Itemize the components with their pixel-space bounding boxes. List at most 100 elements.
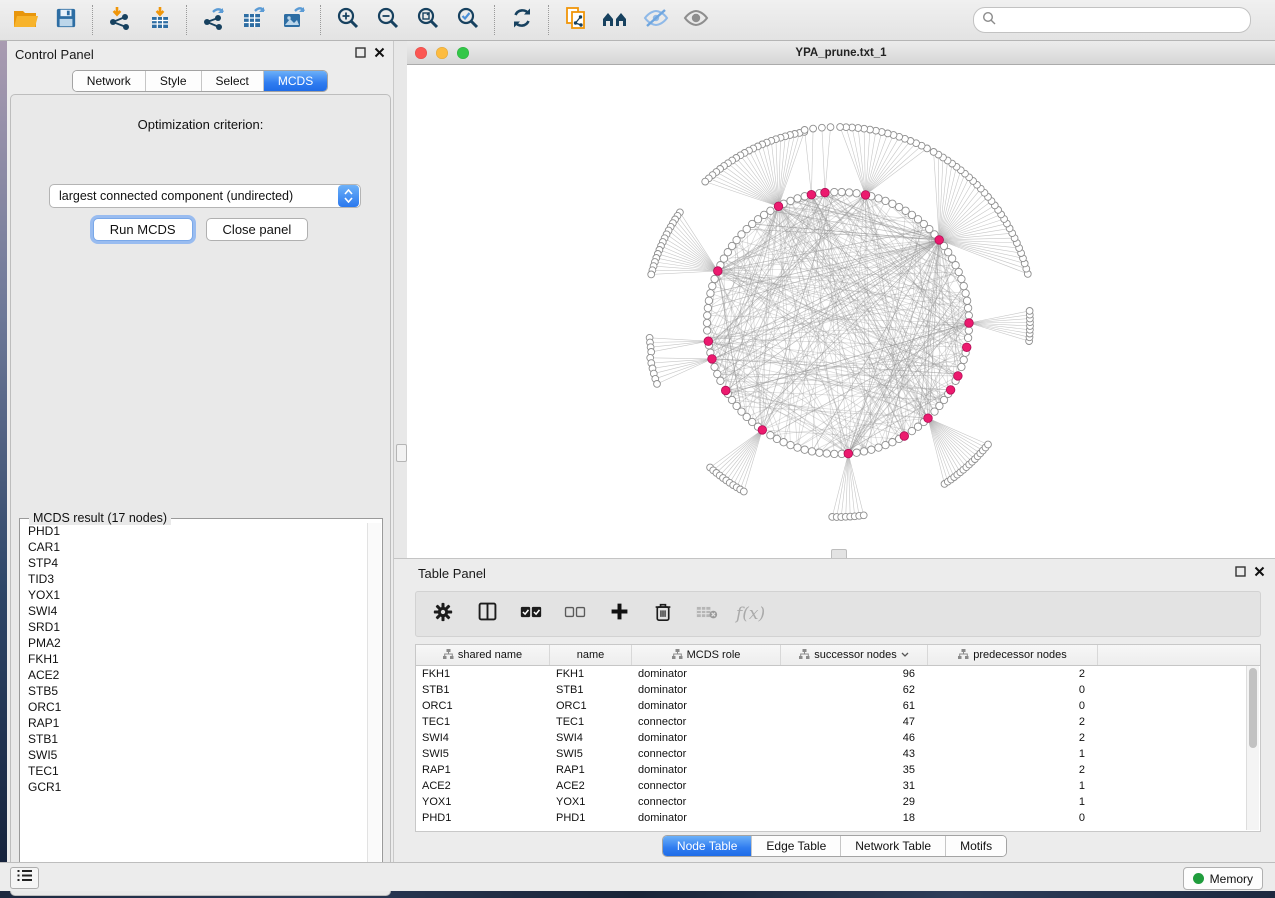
mcds-result-item[interactable]: ORC1 [21, 699, 369, 715]
network-node[interactable] [711, 275, 718, 282]
network-node[interactable] [831, 450, 838, 457]
table-cell[interactable]: 0 [928, 810, 1098, 826]
network-node[interactable] [648, 271, 655, 278]
vertical-splitter[interactable] [394, 41, 408, 558]
network-node[interactable] [740, 488, 747, 495]
network-node[interactable] [787, 197, 794, 204]
table-cell[interactable]: dominator [632, 698, 781, 714]
table-cell[interactable]: 47 [781, 714, 928, 730]
tab-style[interactable]: Style [145, 71, 201, 91]
table-cell[interactable]: ACE2 [550, 778, 632, 794]
table-cell[interactable]: TEC1 [416, 714, 550, 730]
table-cell[interactable]: 96 [781, 666, 928, 682]
network-node[interactable] [711, 363, 718, 370]
table-cell[interactable]: PHD1 [416, 810, 550, 826]
network-node[interactable] [654, 381, 661, 388]
criterion-dropdown[interactable]: largest connected component (undirected) [49, 184, 361, 208]
hide-selected-button[interactable] [636, 4, 676, 36]
table-cell[interactable]: SWI4 [416, 730, 550, 746]
deselect-all-rows-button[interactable] [560, 599, 590, 629]
table-cell[interactable]: dominator [632, 682, 781, 698]
table-cell[interactable]: ORC1 [416, 698, 550, 714]
mcds-result-item[interactable]: CAR1 [21, 539, 369, 555]
table-row[interactable]: ACE2ACE2connector311 [416, 778, 1260, 794]
network-node[interactable] [958, 363, 965, 370]
network-node[interactable] [808, 448, 815, 455]
table-cell[interactable]: 31 [781, 778, 928, 794]
table-row[interactable]: STB1STB1dominator620 [416, 682, 1260, 698]
zoom-fit-button[interactable] [408, 4, 448, 36]
table-scrollbar-thumb[interactable] [1249, 668, 1257, 748]
refresh-layout-button[interactable] [502, 4, 542, 36]
network-node[interactable] [964, 334, 971, 341]
table-cell[interactable]: 2 [928, 714, 1098, 730]
table-cell[interactable]: SWI5 [550, 746, 632, 762]
mcds-node[interactable] [774, 202, 783, 211]
table-cell[interactable]: 0 [928, 682, 1098, 698]
table-cell[interactable]: STB1 [550, 682, 632, 698]
tab-select[interactable]: Select [201, 71, 263, 91]
network-node[interactable] [703, 319, 710, 326]
table-cell[interactable]: 0 [928, 698, 1098, 714]
network-node[interactable] [794, 444, 801, 451]
table-cell[interactable]: 61 [781, 698, 928, 714]
network-node[interactable] [860, 512, 867, 519]
table-settings-button[interactable] [428, 599, 458, 629]
table-scrollbar[interactable] [1246, 666, 1259, 830]
table-cell[interactable]: 1 [928, 778, 1098, 794]
mcds-result-item[interactable]: ACE2 [21, 667, 369, 683]
save-session-button[interactable] [46, 4, 86, 36]
close-panel-button[interactable]: Close panel [206, 218, 309, 241]
network-node[interactable] [773, 435, 780, 442]
table-cell[interactable]: ACE2 [416, 778, 550, 794]
mcds-node[interactable] [924, 414, 933, 423]
mcds-result-item[interactable]: RAP1 [21, 715, 369, 731]
export-image-button[interactable] [274, 4, 314, 36]
network-node[interactable] [860, 448, 867, 455]
network-node[interactable] [882, 441, 889, 448]
table-cell[interactable]: 2 [928, 730, 1098, 746]
network-node[interactable] [717, 377, 724, 384]
table-cell[interactable]: connector [632, 746, 781, 762]
network-node[interactable] [958, 275, 965, 282]
table-cell[interactable]: YOX1 [550, 794, 632, 810]
network-node[interactable] [838, 188, 845, 195]
close-panel-icon[interactable] [1254, 564, 1265, 582]
delete-column-button[interactable] [648, 599, 678, 629]
table-cell[interactable]: dominator [632, 810, 781, 826]
mcds-node[interactable] [708, 355, 717, 364]
vertical-splitter-handle[interactable] [396, 444, 407, 462]
network-node[interactable] [889, 200, 896, 207]
network-node[interactable] [964, 304, 971, 311]
network-node[interactable] [705, 297, 712, 304]
network-node[interactable] [965, 312, 972, 319]
table-row[interactable]: YOX1YOX1connector291 [416, 794, 1260, 810]
mcds-result-item[interactable]: STB5 [21, 683, 369, 699]
network-node[interactable] [963, 297, 970, 304]
table-cell[interactable]: SWI4 [550, 730, 632, 746]
mcds-result-item[interactable]: TEC1 [21, 763, 369, 779]
network-node[interactable] [895, 203, 902, 210]
mcds-result-item[interactable]: SWI4 [21, 603, 369, 619]
table-cell[interactable]: 1 [928, 746, 1098, 762]
network-node[interactable] [823, 450, 830, 457]
network-window-titlebar[interactable]: YPA_prune.txt_1 [407, 41, 1275, 65]
show-columns-button[interactable] [472, 599, 502, 629]
table-cell[interactable]: SWI5 [416, 746, 550, 762]
table-cell[interactable]: connector [632, 778, 781, 794]
table-cell[interactable]: connector [632, 714, 781, 730]
network-node[interactable] [868, 446, 875, 453]
column-header-predecessor-nodes[interactable]: predecessor nodes [928, 645, 1098, 665]
column-header-MCDS-role[interactable]: MCDS role [632, 645, 781, 665]
table-cell[interactable]: dominator [632, 666, 781, 682]
tab-mcds[interactable]: MCDS [263, 71, 327, 91]
table-cell[interactable]: ORC1 [550, 698, 632, 714]
search-field[interactable] [973, 7, 1251, 33]
network-node[interactable] [704, 327, 711, 334]
mcds-result-item[interactable]: PHD1 [21, 523, 369, 539]
run-mcds-button[interactable]: Run MCDS [93, 218, 193, 241]
tab-edge-table[interactable]: Edge Table [751, 836, 840, 856]
network-node[interactable] [1026, 308, 1033, 315]
zoom-selected-button[interactable] [448, 4, 488, 36]
table-cell[interactable]: YOX1 [416, 794, 550, 810]
